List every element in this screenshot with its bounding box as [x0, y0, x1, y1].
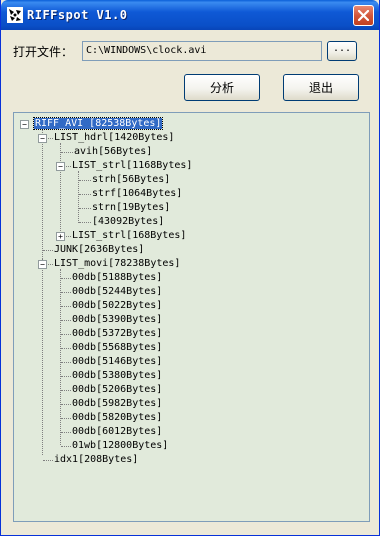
tree-node[interactable]: 00db[5982Bytes]: [72, 397, 162, 411]
close-button[interactable]: [353, 5, 374, 26]
tree-node[interactable]: 00db[5146Bytes]: [72, 355, 162, 369]
tree-node[interactable]: 01wb[12800Bytes]: [72, 439, 168, 453]
tree-node[interactable]: strn[19Bytes]: [92, 201, 170, 215]
file-path-field[interactable]: C:\WINDOWS\clock.avi: [82, 41, 322, 61]
tree-node[interactable]: 00db[5390Bytes]: [72, 313, 162, 327]
tree-node[interactable]: LIST_movi[78238Bytes]: [54, 257, 180, 271]
main-window: RIFFspot V1.0 打开文件： C:\WINDOWS\clock.avi…: [0, 0, 380, 536]
collapse-toggle[interactable]: −: [38, 260, 47, 269]
window-title: RIFFspot V1.0: [27, 8, 128, 22]
riff-tree-view[interactable]: − RIFF_AVI [82538Bytes] − LIST_hdrl[1420…: [13, 112, 370, 522]
tree-node[interactable]: 00db[5022Bytes]: [72, 299, 162, 313]
collapse-toggle[interactable]: −: [20, 120, 29, 129]
tree-node[interactable]: avih[56Bytes]: [74, 145, 152, 159]
tree-node[interactable]: 00db[6012Bytes]: [72, 425, 162, 439]
browse-button[interactable]: ...: [327, 41, 357, 61]
tree-node[interactable]: LIST_strl[1168Bytes]: [72, 159, 192, 173]
tree-node[interactable]: 00db[5568Bytes]: [72, 341, 162, 355]
expand-toggle[interactable]: +: [56, 232, 65, 241]
tree-node[interactable]: 00db[5188Bytes]: [72, 271, 162, 285]
open-file-label: 打开文件：: [13, 45, 74, 59]
tree-node[interactable]: 00db[5380Bytes]: [72, 369, 162, 383]
analyze-button[interactable]: 分析: [184, 74, 260, 101]
tree-node-riff[interactable]: RIFF_AVI [82538Bytes]: [32, 117, 164, 131]
tree-node[interactable]: 00db[5820Bytes]: [72, 411, 162, 425]
exit-button[interactable]: 退出: [283, 74, 359, 101]
app-logo-icon: [7, 7, 23, 23]
close-icon: [358, 10, 369, 21]
tree-node[interactable]: LIST_strl[168Bytes]: [72, 229, 186, 243]
tree-node[interactable]: 00db[5244Bytes]: [72, 285, 162, 299]
tree-node[interactable]: strf[1064Bytes]: [92, 187, 182, 201]
tree-node[interactable]: LIST_hdrl[1420Bytes]: [54, 131, 174, 145]
tree-node[interactable]: strh[56Bytes]: [92, 173, 170, 187]
collapse-toggle[interactable]: −: [56, 162, 65, 171]
tree-node[interactable]: 00db[5206Bytes]: [72, 383, 162, 397]
tree-node[interactable]: idx1[208Bytes]: [54, 453, 138, 467]
tree-node[interactable]: JUNK[2636Bytes]: [54, 243, 144, 257]
collapse-toggle[interactable]: −: [38, 134, 47, 143]
title-bar[interactable]: RIFFspot V1.0: [1, 0, 379, 30]
tree-node[interactable]: [43092Bytes]: [92, 215, 164, 229]
tree-node[interactable]: 00db[5372Bytes]: [72, 327, 162, 341]
